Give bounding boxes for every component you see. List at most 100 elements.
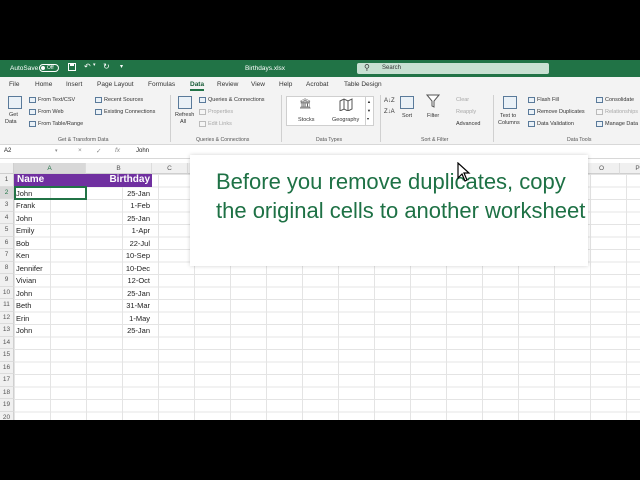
- from-web-button[interactable]: From Web: [38, 109, 64, 115]
- row-header-2[interactable]: 2: [0, 186, 14, 199]
- enter-icon[interactable]: ✓: [96, 147, 101, 155]
- column-header-o[interactable]: O: [584, 163, 620, 174]
- cell-birthday[interactable]: 12-Oct: [86, 276, 150, 285]
- cell-birthday[interactable]: 22-Jul: [86, 239, 150, 248]
- column-header-a[interactable]: A: [14, 163, 86, 174]
- row-header-7[interactable]: 7: [0, 249, 14, 262]
- cell-birthday[interactable]: 10-Dec: [86, 264, 150, 273]
- cell-name[interactable]: John: [16, 214, 32, 223]
- select-all-corner[interactable]: [0, 163, 14, 174]
- cell-name[interactable]: Erin: [16, 314, 29, 323]
- stocks-button[interactable]: Stocks: [298, 117, 315, 123]
- row-header-20[interactable]: 20: [0, 411, 14, 420]
- cancel-icon[interactable]: ×: [78, 147, 82, 154]
- cell-birthday[interactable]: 1-Feb: [86, 201, 150, 210]
- manage-data-button[interactable]: Manage Data: [605, 121, 638, 127]
- tab-data[interactable]: Data: [190, 81, 205, 91]
- column-header-p[interactable]: P: [620, 163, 640, 174]
- row-header-15[interactable]: 15: [0, 349, 14, 362]
- clear-button[interactable]: Clear: [456, 97, 469, 103]
- geography-button[interactable]: Geography: [332, 117, 359, 123]
- tab-insert[interactable]: Insert: [66, 81, 82, 88]
- queries-connections-button[interactable]: Queries & Connections: [208, 97, 265, 103]
- reapply-button[interactable]: Reapply: [456, 109, 476, 115]
- column-header-c[interactable]: C: [152, 163, 188, 174]
- flash-fill-button[interactable]: Flash Fill: [537, 97, 559, 103]
- data-validation-button[interactable]: Data Validation: [537, 121, 574, 127]
- sort-az-button[interactable]: A↓Z: [384, 98, 395, 104]
- tab-view[interactable]: View: [251, 81, 265, 88]
- row-header-11[interactable]: 11: [0, 299, 14, 312]
- existing-connections-button[interactable]: Existing Connections: [104, 109, 155, 115]
- header-name[interactable]: Name: [17, 174, 44, 185]
- row-header-19[interactable]: 19: [0, 399, 14, 412]
- tab-page-layout[interactable]: Page Layout: [97, 81, 134, 88]
- cell-birthday[interactable]: 25-Jan: [86, 214, 150, 223]
- refresh-label1[interactable]: Refresh: [175, 112, 194, 118]
- edit-links-button[interactable]: Edit Links: [208, 121, 232, 127]
- recent-sources-button[interactable]: Recent Sources: [104, 97, 143, 103]
- tab-table-design[interactable]: Table Design: [344, 81, 382, 88]
- sort-button[interactable]: Sort: [402, 113, 412, 119]
- row-header-13[interactable]: 13: [0, 324, 14, 337]
- row-header-1[interactable]: 1: [0, 174, 14, 187]
- cell-name[interactable]: Ken: [16, 251, 29, 260]
- formula-input[interactable]: John: [136, 148, 149, 154]
- text-to-columns-label1[interactable]: Text to: [500, 113, 516, 119]
- tab-formulas[interactable]: Formulas: [148, 81, 175, 88]
- header-birthday[interactable]: Birthday: [86, 174, 150, 185]
- get-data-label2[interactable]: Data: [5, 119, 17, 125]
- cell-name[interactable]: Bob: [16, 239, 29, 248]
- row-header-10[interactable]: 10: [0, 286, 14, 299]
- cell-name[interactable]: Jennifer: [16, 264, 43, 273]
- filter-button[interactable]: Filter: [427, 113, 439, 119]
- row-header-16[interactable]: 16: [0, 361, 14, 374]
- row-header-17[interactable]: 17: [0, 374, 14, 387]
- cell-birthday[interactable]: 1-May: [86, 314, 150, 323]
- row-header-18[interactable]: 18: [0, 386, 14, 399]
- cell-birthday[interactable]: 25-Jan: [86, 289, 150, 298]
- text-to-columns-label2[interactable]: Columns: [498, 120, 520, 126]
- cell-name[interactable]: Vivian: [16, 276, 36, 285]
- tab-file[interactable]: File: [9, 81, 19, 88]
- cell-name[interactable]: John: [16, 289, 32, 298]
- row-header-9[interactable]: 9: [0, 274, 14, 287]
- consolidate-button[interactable]: Consolidate: [605, 97, 634, 103]
- cell-birthday[interactable]: 10-Sep: [86, 251, 150, 260]
- row-header-4[interactable]: 4: [0, 211, 14, 224]
- refresh-label2[interactable]: All: [180, 119, 186, 125]
- cell-name[interactable]: Beth: [16, 301, 31, 310]
- tab-help[interactable]: Help: [279, 81, 292, 88]
- sort-za-button[interactable]: Z↓A: [384, 109, 395, 115]
- cell-name[interactable]: Frank: [16, 201, 35, 210]
- row-header-12[interactable]: 12: [0, 311, 14, 324]
- tab-acrobat[interactable]: Acrobat: [306, 81, 328, 88]
- cell-birthday[interactable]: 25-Jan: [86, 326, 150, 335]
- name-box[interactable]: A2: [4, 148, 11, 154]
- column-header-b[interactable]: B: [86, 163, 152, 174]
- cell-birthday[interactable]: 25-Jan: [86, 189, 150, 198]
- insert-function-icon[interactable]: fx: [115, 147, 120, 154]
- row-header-14[interactable]: 14: [0, 336, 14, 349]
- relationships-button[interactable]: Relationships: [605, 109, 638, 115]
- name-box-dropdown-icon[interactable]: ▾: [55, 148, 58, 154]
- cell-birthday[interactable]: 31-Mar: [86, 301, 150, 310]
- gallery-scroll[interactable]: ▲ ▼ ▾: [365, 97, 373, 125]
- properties-button[interactable]: Properties: [208, 109, 233, 115]
- from-text-csv-button[interactable]: From Text/CSV: [38, 97, 75, 103]
- row-header-5[interactable]: 5: [0, 224, 14, 237]
- row-header-6[interactable]: 6: [0, 236, 14, 249]
- text-csv-icon: [29, 97, 36, 103]
- advanced-button[interactable]: Advanced: [456, 121, 480, 127]
- search-box[interactable]: ⚲ Search: [357, 63, 549, 74]
- row-header-8[interactable]: 8: [0, 261, 14, 274]
- tab-home[interactable]: Home: [35, 81, 52, 88]
- remove-duplicates-button[interactable]: Remove Duplicates: [537, 109, 585, 115]
- cell-name[interactable]: Emily: [16, 226, 34, 235]
- cell-birthday[interactable]: 1-Apr: [86, 226, 150, 235]
- cell-name[interactable]: John: [16, 326, 32, 335]
- get-data-label1[interactable]: Get: [9, 112, 18, 118]
- row-header-3[interactable]: 3: [0, 199, 14, 212]
- from-table-range-button[interactable]: From Table/Range: [38, 121, 83, 127]
- tab-review[interactable]: Review: [217, 81, 238, 88]
